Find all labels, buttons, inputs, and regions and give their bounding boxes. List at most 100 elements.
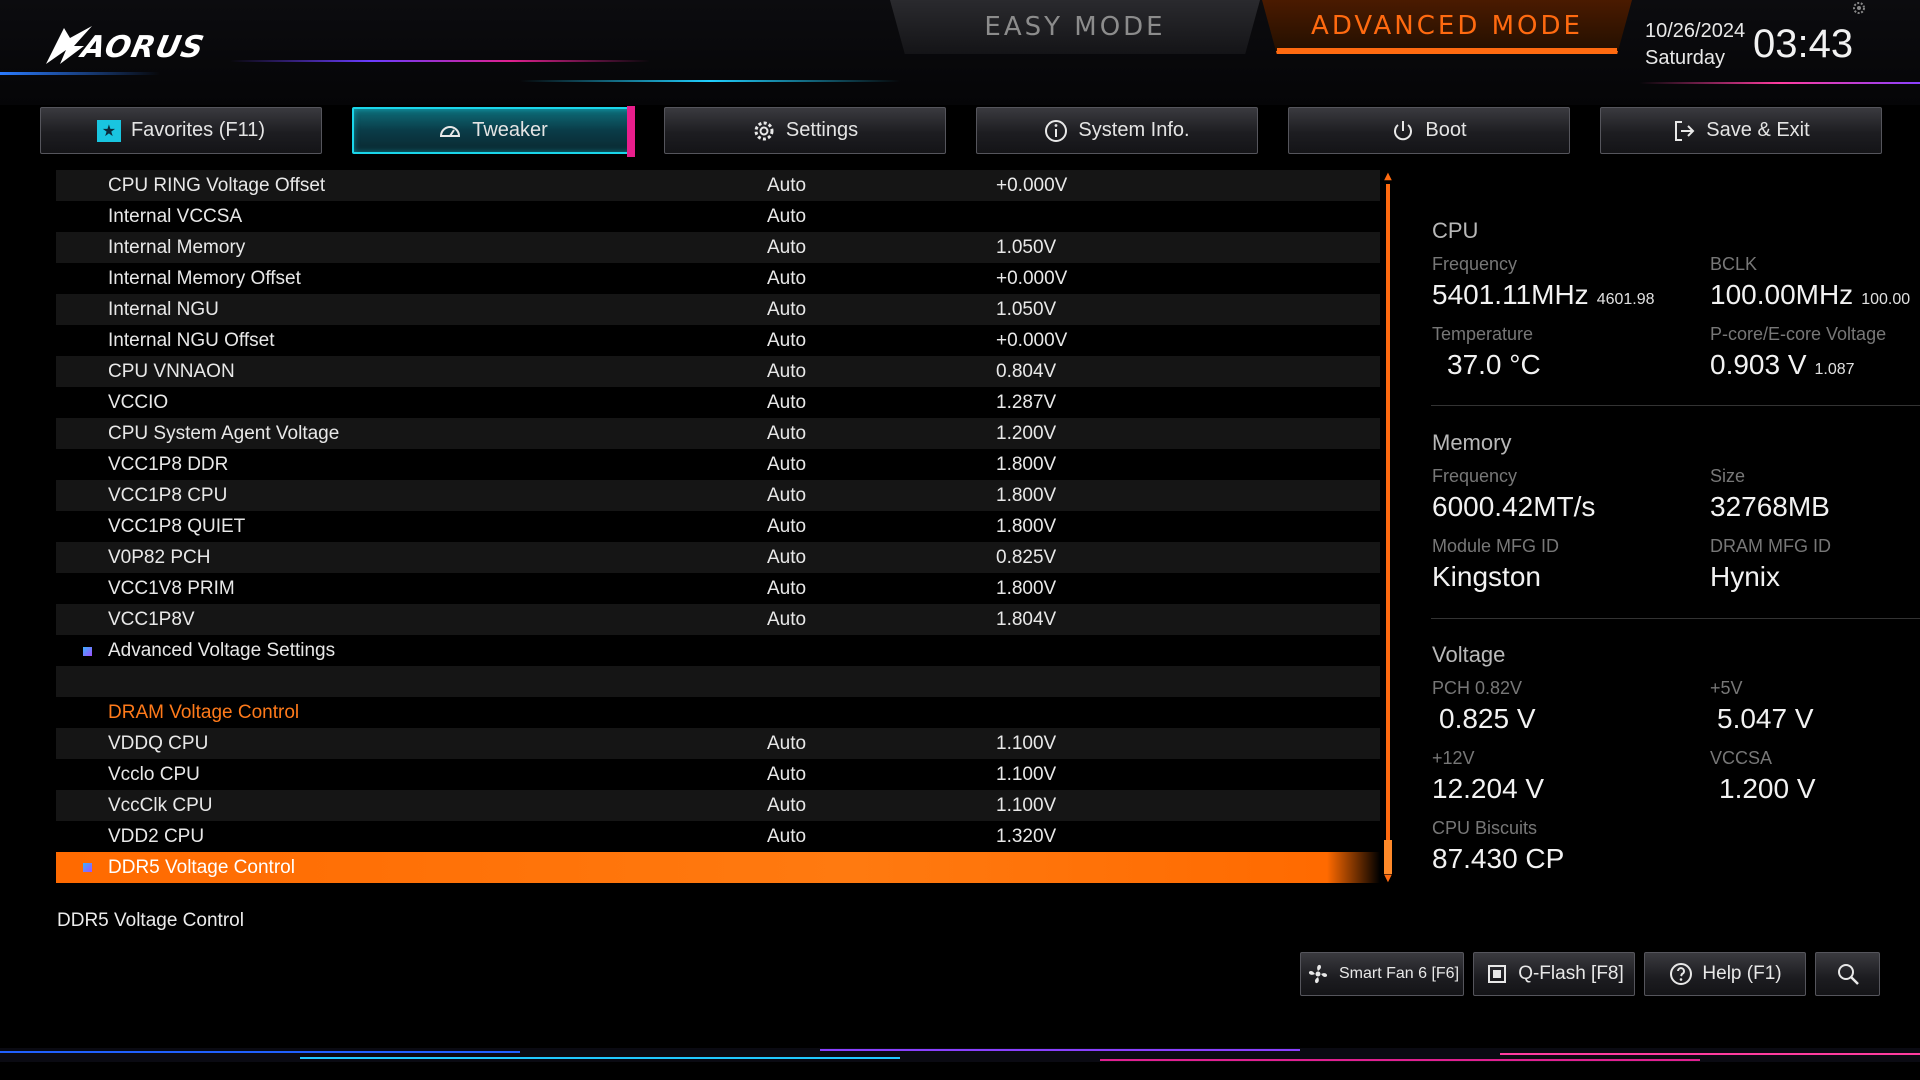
decor-streak	[520, 80, 900, 82]
list-item[interactable]: VCCIO Auto 1.287V	[56, 387, 1380, 418]
help-icon	[1670, 963, 1693, 985]
gear-icon[interactable]	[1851, 0, 1867, 16]
vccsa-value: 1.200 V	[1719, 773, 1816, 804]
v5-value: 5.047 V	[1717, 703, 1814, 734]
item-label: VCC1P8 CPU	[108, 484, 228, 506]
item-value[interactable]: Auto	[767, 423, 806, 445]
item-value[interactable]: Auto	[767, 392, 806, 414]
list-item[interactable]: VCC1P8 CPU Auto 1.800V	[56, 480, 1380, 511]
item-value[interactable]: Auto	[767, 733, 806, 755]
item-current: 1.050V	[996, 298, 1057, 320]
list-item[interactable]: Internal NGU Auto 1.050V	[56, 294, 1380, 325]
item-label: Internal VCCSA	[108, 205, 243, 227]
item-value[interactable]: Auto	[767, 175, 806, 197]
item-value[interactable]: Auto	[767, 268, 806, 290]
item-current: 1.050V	[996, 236, 1057, 258]
section-header: DRAM Voltage Control	[56, 697, 1380, 728]
list-item[interactable]: Internal Memory Auto 1.050V	[56, 232, 1380, 263]
submenu-advanced-voltage[interactable]: Advanced Voltage Settings	[56, 635, 1380, 666]
divider	[1431, 618, 1920, 619]
module-mfg-value: Kingston	[1432, 561, 1541, 592]
biscuits-value: 87.430 CP	[1432, 843, 1565, 874]
list-item[interactable]: VCC1P8 DDR Auto 1.800V	[56, 449, 1380, 480]
biscuits-label: CPU Biscuits	[1432, 818, 1538, 838]
scroll-up-icon[interactable]: ▲	[1382, 172, 1394, 182]
list-item[interactable]: VCC1P8V Auto 1.804V	[56, 604, 1380, 635]
divider	[1431, 405, 1920, 406]
tab-boot[interactable]: Boot	[1288, 107, 1570, 154]
item-label: VCCIO	[108, 391, 169, 413]
submenu-bullet-icon	[83, 863, 92, 872]
memory-title: Memory	[1432, 430, 1512, 455]
item-value[interactable]: Auto	[767, 764, 806, 786]
item-label: VCC1V8 PRIM	[108, 577, 235, 599]
list-item[interactable]: Internal NGU Offset Auto +0.000V	[56, 325, 1380, 356]
item-value[interactable]: Auto	[767, 795, 806, 817]
vccsa-label: VCCSA	[1710, 748, 1773, 768]
item-current: 1.800V	[996, 453, 1057, 475]
smart-fan-button[interactable]: Smart Fan 6 [F6]	[1300, 952, 1464, 996]
item-value[interactable]: Auto	[767, 206, 806, 228]
search-icon	[1837, 964, 1859, 985]
list-item[interactable]: VDDQ CPU Auto 1.100V	[56, 728, 1380, 759]
item-current: 0.825V	[996, 546, 1057, 568]
item-value[interactable]: Auto	[767, 609, 806, 631]
item-value[interactable]: Auto	[767, 826, 806, 848]
easy-mode-button[interactable]: EASY MODE	[890, 0, 1260, 54]
tab-system-info[interactable]: System Info.	[976, 107, 1258, 154]
dram-mfg-value: Hynix	[1710, 561, 1781, 592]
list-item[interactable]: VccClk CPU Auto 1.100V	[56, 790, 1380, 821]
scroll-down-icon[interactable]: ▼	[1382, 874, 1394, 884]
item-value[interactable]: Auto	[767, 237, 806, 259]
item-current: 1.800V	[996, 484, 1057, 506]
settings-list: CPU RING Voltage Offset Auto +0.000V Inter…	[56, 170, 1380, 883]
item-current: +0.000V	[996, 329, 1068, 351]
item-value[interactable]: Auto	[767, 485, 806, 507]
help-button[interactable]: Help (F1)	[1644, 952, 1806, 996]
advanced-mode-button[interactable]: ADVANCED MODE	[1262, 0, 1632, 54]
scroll-thumb[interactable]	[1384, 840, 1392, 874]
list-item[interactable]: Vcclo CPU Auto 1.100V	[56, 759, 1380, 790]
cpu-freq-value: 5401.11MHz 4601.98	[1432, 279, 1655, 310]
list-item[interactable]: CPU System Agent Voltage Auto 1.200V	[56, 418, 1380, 449]
submenu-ddr5-voltage[interactable]: DDR5 Voltage Control	[56, 852, 1380, 883]
item-value[interactable]: Auto	[767, 516, 806, 538]
list-item[interactable]: Internal VCCSA Auto	[56, 201, 1380, 232]
item-value[interactable]: Auto	[767, 299, 806, 321]
item-current: +0.000V	[996, 174, 1068, 196]
item-value[interactable]: Auto	[767, 578, 806, 600]
item-label: Internal Memory	[108, 236, 246, 258]
list-item[interactable]: V0P82 PCH Auto 0.825V	[56, 542, 1380, 573]
tab-favorites[interactable]: ★ Favorites (F11)	[40, 107, 322, 154]
item-value[interactable]: Auto	[767, 454, 806, 476]
exit-icon	[1675, 120, 1695, 141]
search-button[interactable]	[1815, 952, 1880, 996]
smart-fan-label: Smart Fan 6 [F6]	[1338, 965, 1460, 982]
scroll-track[interactable]	[1386, 184, 1390, 874]
v5-label: +5V	[1710, 678, 1743, 698]
scrollbar[interactable]: ▲ ▼	[1382, 172, 1394, 887]
list-item[interactable]: Internal Memory Offset Auto +0.000V	[56, 263, 1380, 294]
list-item[interactable]: VCC1V8 PRIM Auto 1.800V	[56, 573, 1380, 604]
tab-label: Save & Exit	[1706, 119, 1810, 141]
item-value[interactable]: Auto	[767, 361, 806, 383]
cpu-freq-sub: 4601.98	[1596, 291, 1655, 308]
core-voltage-value: 0.903 V 1.087	[1710, 349, 1855, 380]
qflash-button[interactable]: Q-Flash [F8]	[1473, 952, 1635, 996]
tab-save-exit[interactable]: Save & Exit	[1600, 107, 1882, 154]
item-label: CPU System Agent Voltage	[108, 422, 340, 444]
tab-settings[interactable]: Settings	[664, 107, 946, 154]
list-item[interactable]: VCC1P8 QUIET Auto 1.800V	[56, 511, 1380, 542]
cpu-freq-label: Frequency	[1432, 254, 1518, 274]
item-label: VCC1P8 DDR	[108, 453, 229, 475]
list-item[interactable]: CPU RING Voltage Offset Auto +0.000V	[56, 170, 1380, 201]
list-spacer	[56, 666, 1380, 697]
item-description: DDR5 Voltage Control	[57, 910, 244, 931]
item-value[interactable]: Auto	[767, 547, 806, 569]
item-label: Advanced Voltage Settings	[108, 639, 336, 661]
list-item[interactable]: CPU VNNAON Auto 0.804V	[56, 356, 1380, 387]
tab-tweaker[interactable]: Tweaker	[352, 106, 635, 157]
item-value[interactable]: Auto	[767, 330, 806, 352]
star-icon: ★	[96, 119, 121, 142]
list-item[interactable]: VDD2 CPU Auto 1.320V	[56, 821, 1380, 852]
